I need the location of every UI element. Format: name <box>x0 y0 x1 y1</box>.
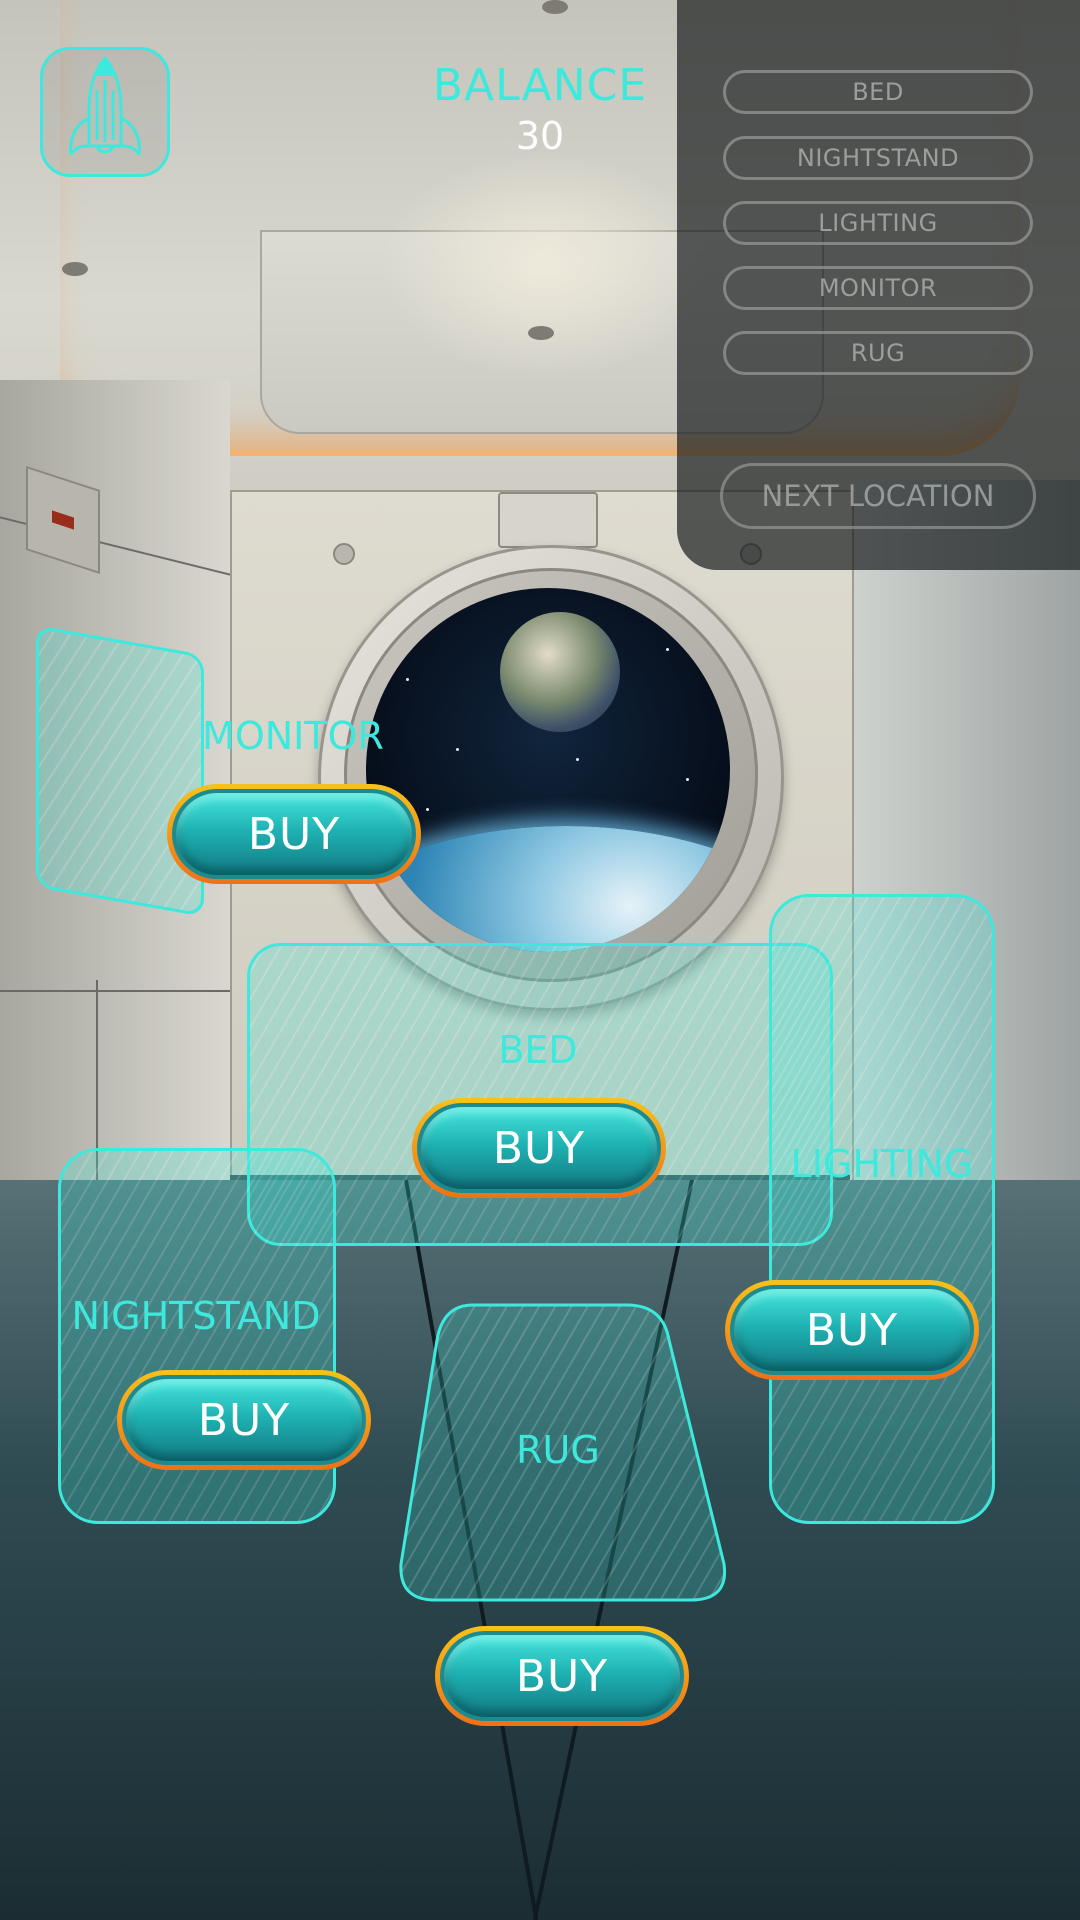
buy-lighting-button[interactable]: BUY <box>725 1280 979 1380</box>
monitor-zone-label: MONITOR <box>202 714 384 758</box>
menu-item-rug[interactable]: RUG <box>723 331 1033 375</box>
porthole-window <box>366 588 730 952</box>
vent-box <box>498 492 598 548</box>
buy-bed-label: BUY <box>417 1103 661 1193</box>
wall-bolt <box>333 543 355 565</box>
buy-bed-button[interactable]: BUY <box>412 1098 666 1198</box>
buy-monitor-button[interactable]: BUY <box>167 784 421 884</box>
buy-lighting-label: BUY <box>730 1285 974 1375</box>
balance-value: 30 <box>515 114 565 158</box>
wall-seam <box>0 990 230 992</box>
menu-item-nightstand[interactable]: NIGHTSTAND <box>723 136 1033 180</box>
earth-image <box>366 826 730 952</box>
buy-rug-button[interactable]: BUY <box>435 1626 689 1726</box>
moon-image <box>500 612 620 732</box>
rocket-logo-button[interactable] <box>40 47 170 177</box>
menu-item-bed[interactable]: BED <box>723 70 1033 114</box>
bed-zone-label: BED <box>498 1028 578 1072</box>
menu-item-monitor[interactable]: MONITOR <box>723 266 1033 310</box>
nightstand-zone-label: NIGHTSTAND <box>71 1294 321 1338</box>
lighting-placement-zone[interactable] <box>769 894 995 1524</box>
lighting-zone-label: LIGHTING <box>790 1142 974 1186</box>
balance-label: BALANCE <box>432 60 648 111</box>
ceiling-fixture <box>528 326 554 340</box>
rug-zone-label: RUG <box>516 1428 600 1472</box>
ceiling-fixture <box>542 0 568 14</box>
buy-monitor-label: BUY <box>172 789 416 879</box>
ceiling-lamp-glow <box>380 150 710 380</box>
buy-nightstand-button[interactable]: BUY <box>117 1370 371 1470</box>
rocket-icon <box>69 56 141 156</box>
next-location-button[interactable]: NEXT LOCATION <box>720 463 1036 529</box>
buy-nightstand-label: BUY <box>122 1375 366 1465</box>
monitor-placement-zone[interactable] <box>36 625 204 917</box>
buy-rug-label: BUY <box>440 1631 684 1721</box>
ceiling-fixture <box>62 262 88 276</box>
menu-item-lighting[interactable]: LIGHTING <box>723 201 1033 245</box>
